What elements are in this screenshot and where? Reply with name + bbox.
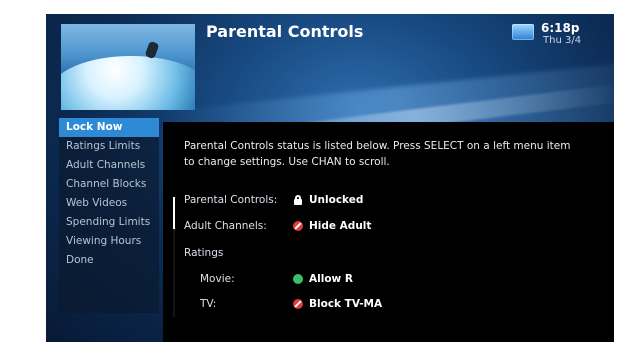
sidebar-item-channel-blocks[interactable]: Channel Blocks <box>59 175 159 194</box>
allow-icon <box>293 274 303 284</box>
movie-rating-value: Allow R <box>309 273 353 285</box>
sidebar-item-viewing-hours[interactable]: Viewing Hours <box>59 232 159 251</box>
directv-logo-icon <box>512 24 534 40</box>
clock-time: 6:18p <box>541 21 580 35</box>
adult-channels-value: Hide Adult <box>309 220 372 232</box>
movie-rating-label: Movie: <box>200 273 235 285</box>
sidebar-item-done[interactable]: Done <box>59 251 159 270</box>
parental-controls-label: Parental Controls: <box>184 194 278 206</box>
tv-rating-value: Block TV-MA <box>309 298 383 310</box>
tv-screen: Parental Controls 6:18p Thu 3/4 Lock Now… <box>46 14 614 342</box>
tv-rating-status: Block TV-MA <box>293 298 382 310</box>
wave-image <box>61 56 195 110</box>
tv-rating-label: TV: <box>200 298 217 310</box>
sidebar-item-spending-limits[interactable]: Spending Limits <box>59 213 159 232</box>
sidebar-menu: Lock Now Ratings Limits Adult Channels C… <box>59 118 159 313</box>
panel-scrollbar[interactable] <box>173 197 175 317</box>
tv-frame: Parental Controls 6:18p Thu 3/4 Lock Now… <box>0 0 617 346</box>
adult-channels-status: Hide Adult <box>293 220 371 232</box>
movie-rating-status: Allow R <box>293 273 353 285</box>
clock-date: Thu 3/4 <box>543 35 582 46</box>
parental-controls-value: Unlocked <box>309 194 364 206</box>
surfer-image <box>144 40 160 60</box>
ratings-heading: Ratings <box>184 247 224 259</box>
adult-channels-label: Adult Channels: <box>184 220 267 232</box>
block-icon <box>293 299 303 309</box>
page-title: Parental Controls <box>206 22 364 41</box>
parental-controls-status: Unlocked <box>293 194 363 206</box>
sidebar-item-adult-channels[interactable]: Adult Channels <box>59 156 159 175</box>
sidebar-item-ratings-limits[interactable]: Ratings Limits <box>59 137 159 156</box>
sidebar-item-web-videos[interactable]: Web Videos <box>59 194 159 213</box>
sidebar-item-lock-now[interactable]: Lock Now <box>59 118 159 137</box>
program-thumbnail <box>61 24 195 110</box>
lock-icon <box>293 195 303 205</box>
status-panel: Parental Controls status is listed below… <box>163 122 614 342</box>
block-icon <box>293 221 303 231</box>
status-intro-text: Parental Controls status is listed below… <box>184 140 571 168</box>
panel-scrollbar-thumb[interactable] <box>173 197 175 229</box>
